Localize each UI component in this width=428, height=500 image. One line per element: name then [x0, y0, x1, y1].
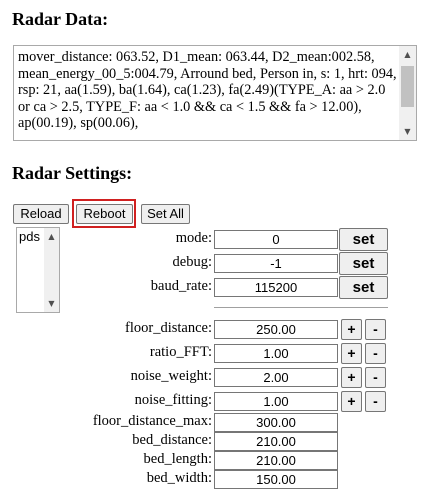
bed-width-label: bed_width:	[146, 470, 212, 486]
baud-rate-input[interactable]: 115200	[214, 278, 338, 297]
noise-fitting-increase-button[interactable]: +	[341, 391, 362, 412]
bed-distance-input[interactable]: 210.00	[214, 432, 338, 451]
scroll-up-icon[interactable]: ▲	[399, 46, 416, 63]
floor-distance-label: floor_distance:	[125, 320, 212, 336]
set-debug-button[interactable]: set	[339, 252, 388, 275]
set-mode-button[interactable]: set	[339, 228, 388, 251]
mode-input[interactable]: 0	[214, 230, 338, 249]
bed-length-label: bed_length:	[143, 451, 212, 467]
scrollbar-thumb[interactable]	[401, 66, 414, 107]
ratio-fft-decrease-button[interactable]: -	[365, 343, 386, 364]
radar-data-heading: Radar Data:	[12, 9, 109, 29]
bed-distance-label: bed_distance:	[132, 432, 212, 448]
floor-distance-increase-button[interactable]: +	[341, 319, 362, 340]
noise-fitting-label: noise_fitting:	[134, 392, 212, 408]
radar-settings-heading: Radar Settings:	[12, 163, 133, 183]
mode-label: mode:	[175, 230, 212, 246]
list-item[interactable]: pds	[19, 229, 40, 244]
set-all-button[interactable]: Set All	[141, 204, 190, 224]
scroll-up-icon[interactable]: ▲	[44, 228, 59, 245]
param-listbox[interactable]: pds ▲ ▼	[16, 227, 60, 313]
floor-distance-max-input[interactable]: 300.00	[214, 413, 338, 432]
radar-data-text: mover_distance: 063.52, D1_mean: 063.44,…	[18, 49, 397, 131]
radar-data-textarea[interactable]: mover_distance: 063.52, D1_mean: 063.44,…	[13, 45, 417, 141]
reload-button[interactable]: Reload	[13, 204, 69, 224]
debug-input[interactable]: -1	[214, 254, 338, 273]
scroll-down-icon[interactable]: ▼	[44, 295, 59, 312]
bed-width-input[interactable]: 150.00	[214, 470, 338, 489]
noise-weight-increase-button[interactable]: +	[341, 367, 362, 388]
floor-distance-max-label: floor_distance_max:	[92, 413, 212, 429]
noise-weight-input[interactable]: 2.00	[214, 368, 338, 387]
ratio-fft-label: ratio_FFT:	[149, 344, 212, 360]
floor-distance-input[interactable]: 250.00	[214, 320, 338, 339]
radar-data-scrollbar[interactable]: ▲ ▼	[399, 46, 416, 140]
debug-label: debug:	[172, 254, 212, 270]
scroll-down-icon[interactable]: ▼	[399, 123, 416, 140]
noise-weight-label: noise_weight:	[130, 368, 212, 384]
listbox-scrollbar[interactable]: ▲ ▼	[44, 228, 59, 312]
ratio-fft-increase-button[interactable]: +	[341, 343, 362, 364]
noise-weight-decrease-button[interactable]: -	[365, 367, 386, 388]
ratio-fft-input[interactable]: 1.00	[214, 344, 338, 363]
floor-distance-decrease-button[interactable]: -	[365, 319, 386, 340]
baud-rate-label: baud_rate:	[150, 278, 212, 294]
set-baud-rate-button[interactable]: set	[339, 276, 388, 299]
noise-fitting-input[interactable]: 1.00	[214, 392, 338, 411]
noise-fitting-decrease-button[interactable]: -	[365, 391, 386, 412]
reboot-highlight-box	[72, 199, 136, 228]
settings-divider	[214, 307, 388, 308]
bed-length-input[interactable]: 210.00	[214, 451, 338, 470]
